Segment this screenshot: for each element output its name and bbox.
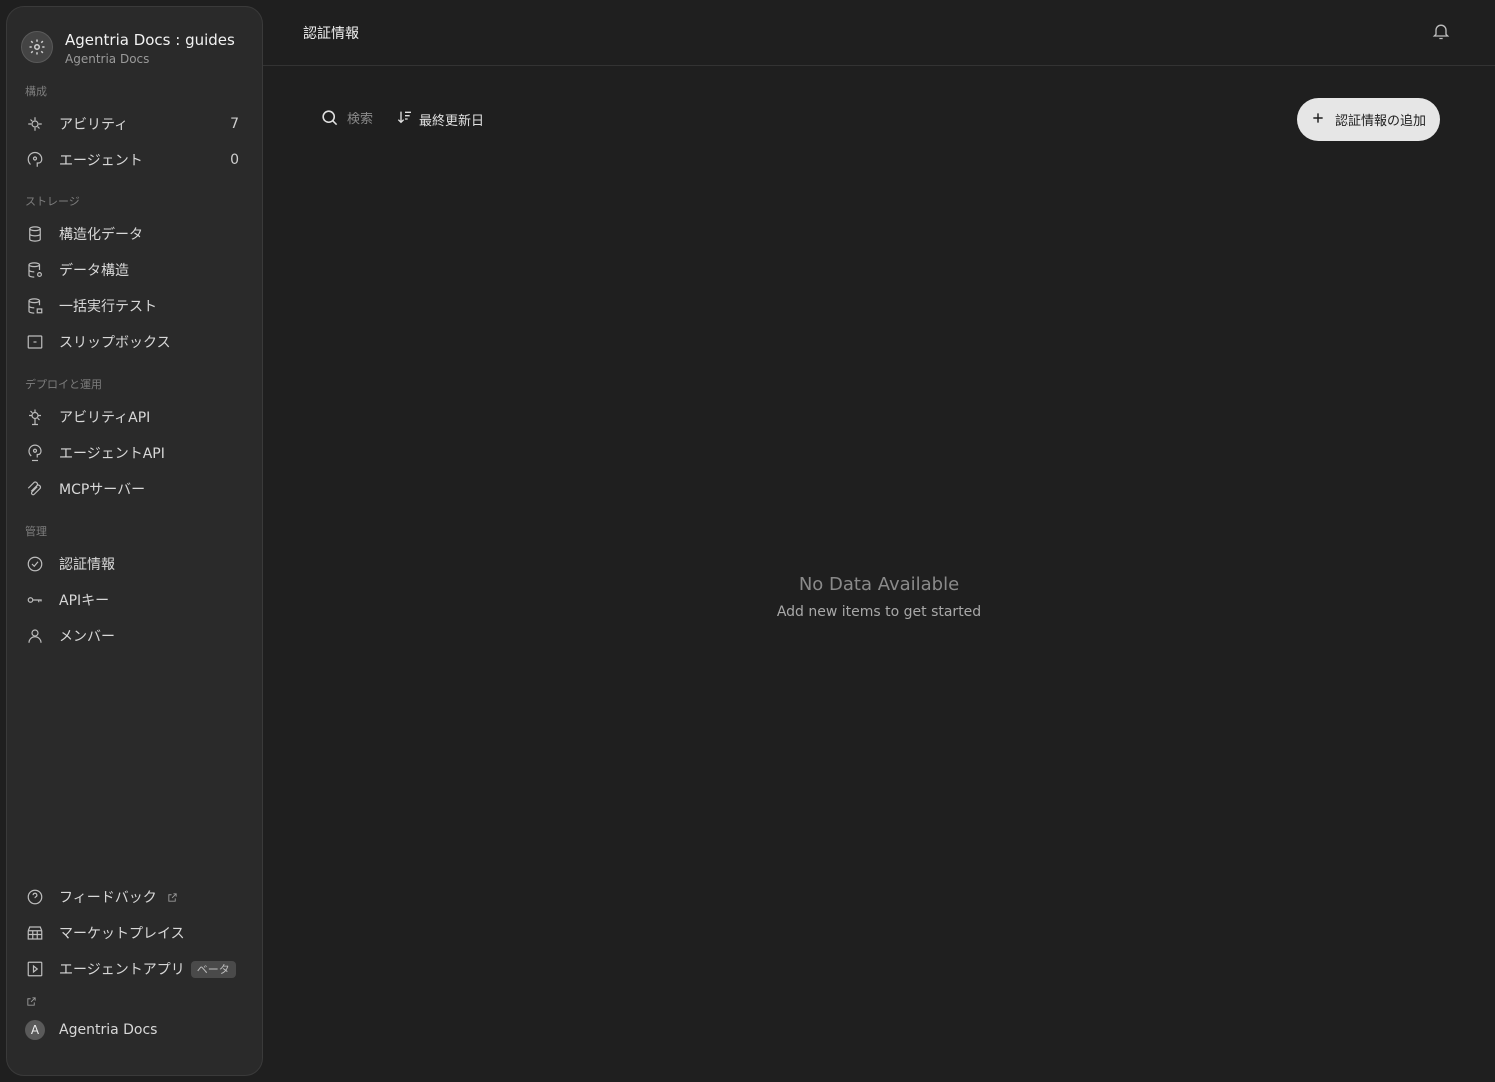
- help-circle-icon: [25, 887, 45, 907]
- empty-state: No Data Available Add new items to get s…: [263, 574, 1495, 620]
- sidebar-item-label: 一括実行テスト: [59, 299, 157, 315]
- section-label-admin: 管理: [25, 525, 47, 538]
- sidebar-item-mcp-server[interactable]: MCPサーバー: [17, 473, 253, 505]
- empty-state-subtitle: Add new items to get started: [776, 604, 982, 620]
- sidebar-item-members[interactable]: メンバー: [17, 620, 253, 652]
- user-icon: [25, 626, 45, 646]
- page-title: 認証情報: [303, 26, 359, 42]
- sidebar-item-feedback[interactable]: フィードバック: [17, 881, 253, 913]
- sidebar-item-credentials[interactable]: 認証情報: [17, 548, 253, 580]
- sidebar-item-label: MCPサーバー: [59, 482, 146, 498]
- sidebar-item-batch-test[interactable]: 一括実行テスト: [17, 290, 253, 322]
- external-link-icon: [26, 992, 37, 1011]
- sort-icon: [397, 109, 413, 129]
- batch-test-icon: [25, 296, 45, 316]
- sidebar-item-ability-api[interactable]: アビリティAPI: [17, 401, 253, 433]
- plus-icon: [1311, 110, 1325, 129]
- add-credential-button[interactable]: 認証情報の追加: [1297, 98, 1440, 141]
- sidebar-item-label: マーケットプレイス: [59, 926, 185, 942]
- mcp-icon: [25, 479, 45, 499]
- sidebar-item-agent-api[interactable]: エージェントAPI: [17, 437, 253, 469]
- search-icon: [320, 108, 339, 131]
- ability-api-icon: [25, 407, 45, 427]
- topbar: 認証情報: [263, 0, 1495, 66]
- section-label-storage: ストレージ: [25, 195, 80, 208]
- count-badge: 0: [230, 152, 239, 168]
- search-box[interactable]: [320, 108, 383, 131]
- bell-icon[interactable]: [1431, 21, 1451, 45]
- agent-icon: [25, 150, 45, 170]
- sidebar-item-label: エージェント: [59, 153, 143, 169]
- sidebar-item-label: 認証情報: [59, 557, 115, 573]
- store-icon: [25, 923, 45, 943]
- sidebar-item-label: エージェントアプリ: [59, 962, 185, 978]
- count-badge: 7: [230, 116, 239, 132]
- sidebar-item-label: フィードバック: [59, 890, 157, 906]
- search-input[interactable]: [347, 111, 383, 127]
- database-icon: [25, 224, 45, 244]
- section-label-deploy: デプロイと運用: [25, 378, 102, 391]
- user-menu[interactable]: A Agentria Docs: [17, 1014, 253, 1046]
- sidebar-item-label: APIキー: [59, 593, 110, 609]
- user-name: Agentria Docs: [59, 1022, 158, 1038]
- sidebar-item-label: 構造化データ: [59, 227, 143, 243]
- sidebar-item-api-keys[interactable]: APIキー: [17, 584, 253, 616]
- sidebar-item-agents[interactable]: エージェント 0: [17, 144, 253, 176]
- sidebar-item-label: メンバー: [59, 629, 115, 645]
- sort-label: 最終更新日: [419, 113, 485, 129]
- workspace-switcher[interactable]: Agentria Docs : guides Agentria Docs: [21, 31, 235, 66]
- add-credential-label: 認証情報の追加: [1334, 114, 1426, 129]
- sidebar-item-slipbox[interactable]: スリップボックス: [17, 326, 253, 358]
- empty-state-title: No Data Available: [798, 574, 960, 595]
- sidebar-item-label: エージェントAPI: [59, 446, 165, 462]
- sidebar-item-label: スリップボックス: [59, 335, 171, 351]
- ability-icon: [25, 114, 45, 134]
- sidebar-item-agent-app[interactable]: エージェントアプリ ベータ: [17, 953, 253, 985]
- toolbar: 最終更新日: [320, 108, 484, 130]
- sidebar-item-label: データ構造: [59, 263, 129, 279]
- workspace-title: Agentria Docs : guides: [65, 31, 235, 49]
- sort-button[interactable]: 最終更新日: [397, 109, 484, 129]
- key-icon: [25, 590, 45, 610]
- database-schema-icon: [25, 260, 45, 280]
- sidebar-item-label: アビリティAPI: [59, 410, 151, 426]
- agent-api-icon: [25, 443, 45, 463]
- workspace-subtitle: Agentria Docs: [65, 52, 150, 66]
- sidebar-item-structured-data[interactable]: 構造化データ: [17, 218, 253, 250]
- sidebar-item-marketplace[interactable]: マーケットプレイス: [17, 917, 253, 949]
- beta-badge: ベータ: [190, 960, 236, 978]
- gear-icon: [21, 31, 53, 63]
- slipbox-icon: [25, 332, 45, 352]
- sidebar-item-label: アビリティ: [59, 117, 129, 133]
- sidebar-item-abilities[interactable]: アビリティ 7: [17, 108, 253, 140]
- sidebar: Agentria Docs : guides Agentria Docs 構成 …: [6, 6, 263, 1076]
- credential-icon: [25, 554, 45, 574]
- external-link-icon: [167, 892, 178, 903]
- section-label-config: 構成: [25, 85, 47, 98]
- sidebar-item-data-schema[interactable]: データ構造: [17, 254, 253, 286]
- avatar: A: [25, 1020, 45, 1040]
- play-square-icon: [25, 959, 45, 979]
